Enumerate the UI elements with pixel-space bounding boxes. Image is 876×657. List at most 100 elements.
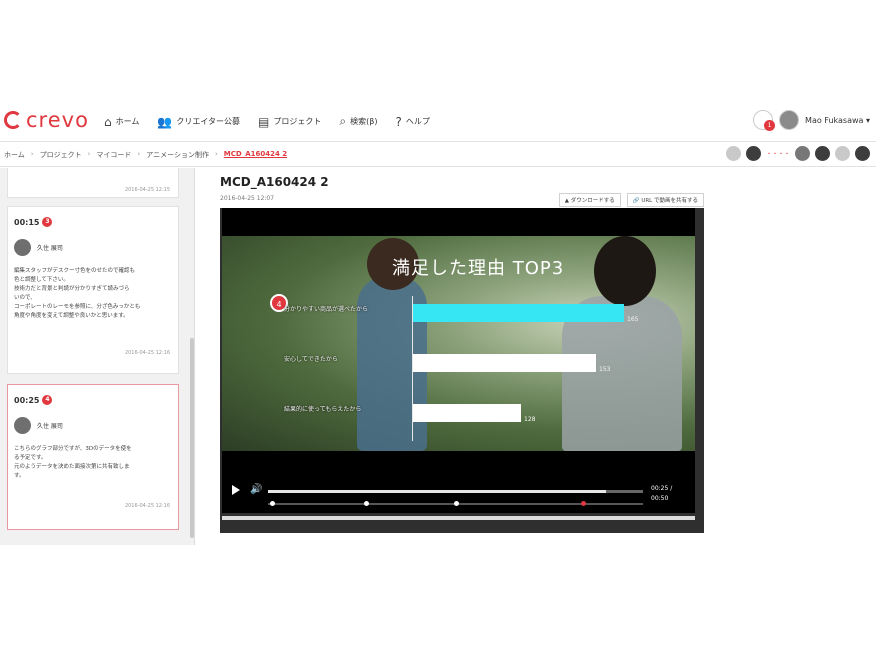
commenter: 久住 展司	[14, 417, 63, 434]
play-icon[interactable]	[232, 485, 240, 495]
commenter: 久住 展司	[14, 239, 63, 256]
user-menu[interactable]: Mao Fukasawa ▾	[805, 116, 870, 125]
search-icon: ⌕	[339, 114, 347, 128]
video-title: MCD_A160424 2	[220, 175, 329, 189]
comment-timestamp[interactable]: 00:15 3	[14, 217, 53, 227]
comment-line: 編集スタッフがデスクー寸色をのせたので確認も	[14, 268, 136, 274]
comment-number-badge: 4	[42, 395, 53, 405]
video-woman-head	[594, 236, 656, 306]
comment-date: 2016-04-25 12:16	[124, 503, 170, 509]
member-avatar[interactable]	[835, 146, 850, 161]
user-avatar[interactable]	[779, 110, 800, 130]
breadcrumb-home[interactable]: ホーム	[4, 150, 25, 160]
comment-card[interactable]: 00:15 3 久住 展司 編集スタッフがデスクー寸色をのせたので確認も 色と調…	[7, 206, 179, 374]
project-icon: ▤	[258, 114, 270, 129]
member-more-label: ・・・・	[765, 151, 790, 158]
share-url-button[interactable]: 🔗 URL で動画を共有する	[626, 193, 704, 207]
comment-date: 2016-04-25 12:15	[124, 187, 170, 193]
volume-icon[interactable]: 🔊	[250, 484, 262, 495]
main-nav: ⌂ ホーム 👥 クリエイター公募 ▤ プロジェクト ⌕ 検索(β) ? ヘルプ	[104, 114, 430, 129]
comment-number-badge: 3	[42, 217, 53, 227]
comment-marker[interactable]	[363, 501, 369, 506]
commenter-name: 久住 展司	[37, 423, 63, 430]
comment-body: こちらのグラフ部分ですが、3Dのデータを使を る予定です。 元のようデータを決め…	[14, 445, 176, 481]
breadcrumb: ホーム › プロジェクト › マイコード › アニメーション制作 › MCD_A…	[4, 150, 287, 160]
breadcrumb-separator: ›	[30, 150, 34, 158]
video-bar-value: 165	[627, 316, 639, 323]
comment-date: 2016-04-25 12:16	[124, 350, 170, 356]
breadcrumb-projects[interactable]: プロジェクト	[40, 150, 82, 160]
home-icon: ⌂	[104, 114, 112, 129]
video-bar-value: 128	[524, 416, 536, 423]
video-player[interactable]: 満足した理由 TOP3 4 分かりやすい商品が選べたから 165 安心してできたから…	[220, 208, 704, 533]
logo-text: crevo	[26, 108, 89, 132]
comment-line: コーポレートのレーモを参照に、分ざ色みっかとも	[14, 304, 141, 310]
member-avatar[interactable]	[795, 146, 810, 161]
video-area[interactable]: 満足した理由 TOP3 4 分かりやすい商品が選べたから 165 安心してできたから…	[222, 208, 695, 513]
video-actions: ▲ ダウンロードする 🔗 URL で動画を共有する	[558, 193, 704, 207]
breadcrumb-mycode[interactable]: マイコード	[96, 150, 131, 160]
video-bar-value: 153	[599, 366, 611, 373]
logo-mark-icon	[4, 111, 22, 129]
member-avatar[interactable]	[815, 146, 830, 161]
comment-line: す。	[14, 473, 25, 479]
comment-time: 00:15	[14, 217, 40, 227]
nav-search[interactable]: ⌕ 検索(β)	[339, 114, 377, 129]
comment-line: こちらのグラフ部分ですが、3Dのデータを使を	[14, 446, 132, 452]
video-bar-label: 結果的に使ってもらえたから	[284, 406, 362, 413]
app: crevo ⌂ ホーム 👥 クリエイター公募 ▤ プロジェクト ⌕ 検索(β) …	[0, 100, 876, 545]
video-overlay-title: 満足した理由 TOP3	[392, 258, 565, 279]
timecode-current: 00:25 /	[651, 485, 673, 492]
comment-body: 編集スタッフがデスクー寸色をのせたので確認も 色と調整して下さい。 技術力だと背…	[14, 267, 176, 321]
breadcrumb-bar: ホーム › プロジェクト › マイコード › アニメーション制作 › MCD_A…	[0, 143, 876, 167]
comment-marker[interactable]	[581, 501, 586, 506]
nav-search-label: 検索(β)	[350, 117, 378, 126]
comment-card[interactable]: 2016-04-25 12:15	[7, 168, 179, 198]
main-content: MCD_A160424 2 2016-04-25 12:07 ▲ ダウンロードす…	[220, 173, 704, 545]
member-avatar[interactable]	[725, 146, 741, 161]
player-bottom-bar	[222, 516, 695, 520]
help-icon: ?	[395, 114, 402, 129]
breadcrumb-animation[interactable]: アニメーション制作	[146, 150, 209, 160]
member-avatar[interactable]	[855, 146, 870, 161]
breadcrumb-separator: ›	[137, 150, 141, 158]
top-header: crevo ⌂ ホーム 👥 クリエイター公募 ▤ プロジェクト ⌕ 検索(β) …	[0, 100, 876, 142]
comment-marker[interactable]	[269, 501, 275, 506]
comment-marker-track[interactable]	[268, 501, 643, 506]
header-right: 1 Mao Fukasawa ▾	[753, 110, 870, 131]
member-avatar[interactable]	[745, 146, 761, 161]
comment-timestamp[interactable]: 00:25 4	[14, 395, 53, 405]
nav-creator-recruit[interactable]: 👥 クリエイター公募	[157, 114, 240, 129]
users-icon: 👥	[157, 114, 173, 129]
nav-help[interactable]: ? ヘルプ	[395, 114, 429, 129]
notification-bell-icon[interactable]: 1	[753, 110, 776, 131]
nav-projects[interactable]: ▤ プロジェクト	[258, 114, 321, 129]
timecode-total: 00:50	[651, 495, 669, 502]
video-bar	[413, 354, 596, 372]
nav-creator-recruit-label: クリエイター公募	[176, 117, 241, 126]
video-date: 2016-04-25 12:07	[220, 195, 275, 202]
nav-home[interactable]: ⌂ ホーム	[104, 114, 139, 129]
download-button[interactable]: ▲ ダウンロードする	[558, 193, 621, 207]
video-frame: 満足した理由 TOP3 4 分かりやすい商品が選べたから 165 安心してできたから…	[222, 236, 695, 451]
sidebar-scrollbar[interactable]	[190, 338, 194, 538]
notification-count-badge: 1	[764, 120, 776, 131]
video-bar-label: 分かりやすい商品が選べたから	[284, 306, 369, 313]
seek-bar[interactable]	[268, 490, 643, 493]
comment-line: る予定です。	[14, 455, 47, 461]
comment-line: 元のようデータを決めた面接次第に共有致しま	[14, 464, 130, 470]
video-bar	[413, 404, 521, 422]
comment-sidebar: 2016-04-25 12:15 00:15 3 久住 展司 編集スタッフがデス…	[0, 168, 195, 545]
video-bar	[413, 304, 624, 322]
nav-projects-label: プロジェクト	[273, 117, 322, 126]
comment-marker[interactable]	[453, 501, 459, 506]
comment-line: 色と調整して下さい。	[14, 277, 69, 283]
crevo-logo[interactable]: crevo	[4, 108, 89, 132]
comment-card-active[interactable]: 00:25 4 久住 展司 こちらのグラフ部分ですが、3Dのデータを使を る予定…	[7, 384, 179, 530]
seek-progress	[268, 490, 606, 493]
timecode: 00:25 / 00:50	[651, 484, 672, 504]
comment-line: 技術力だと背景と判読が分かりすぎて読みづら	[14, 286, 130, 292]
breadcrumb-current: MCD_A160424 2	[223, 150, 288, 158]
player-controls: 🔊 00:25 / 00:50	[224, 478, 695, 513]
breadcrumb-separator: ›	[87, 150, 91, 158]
